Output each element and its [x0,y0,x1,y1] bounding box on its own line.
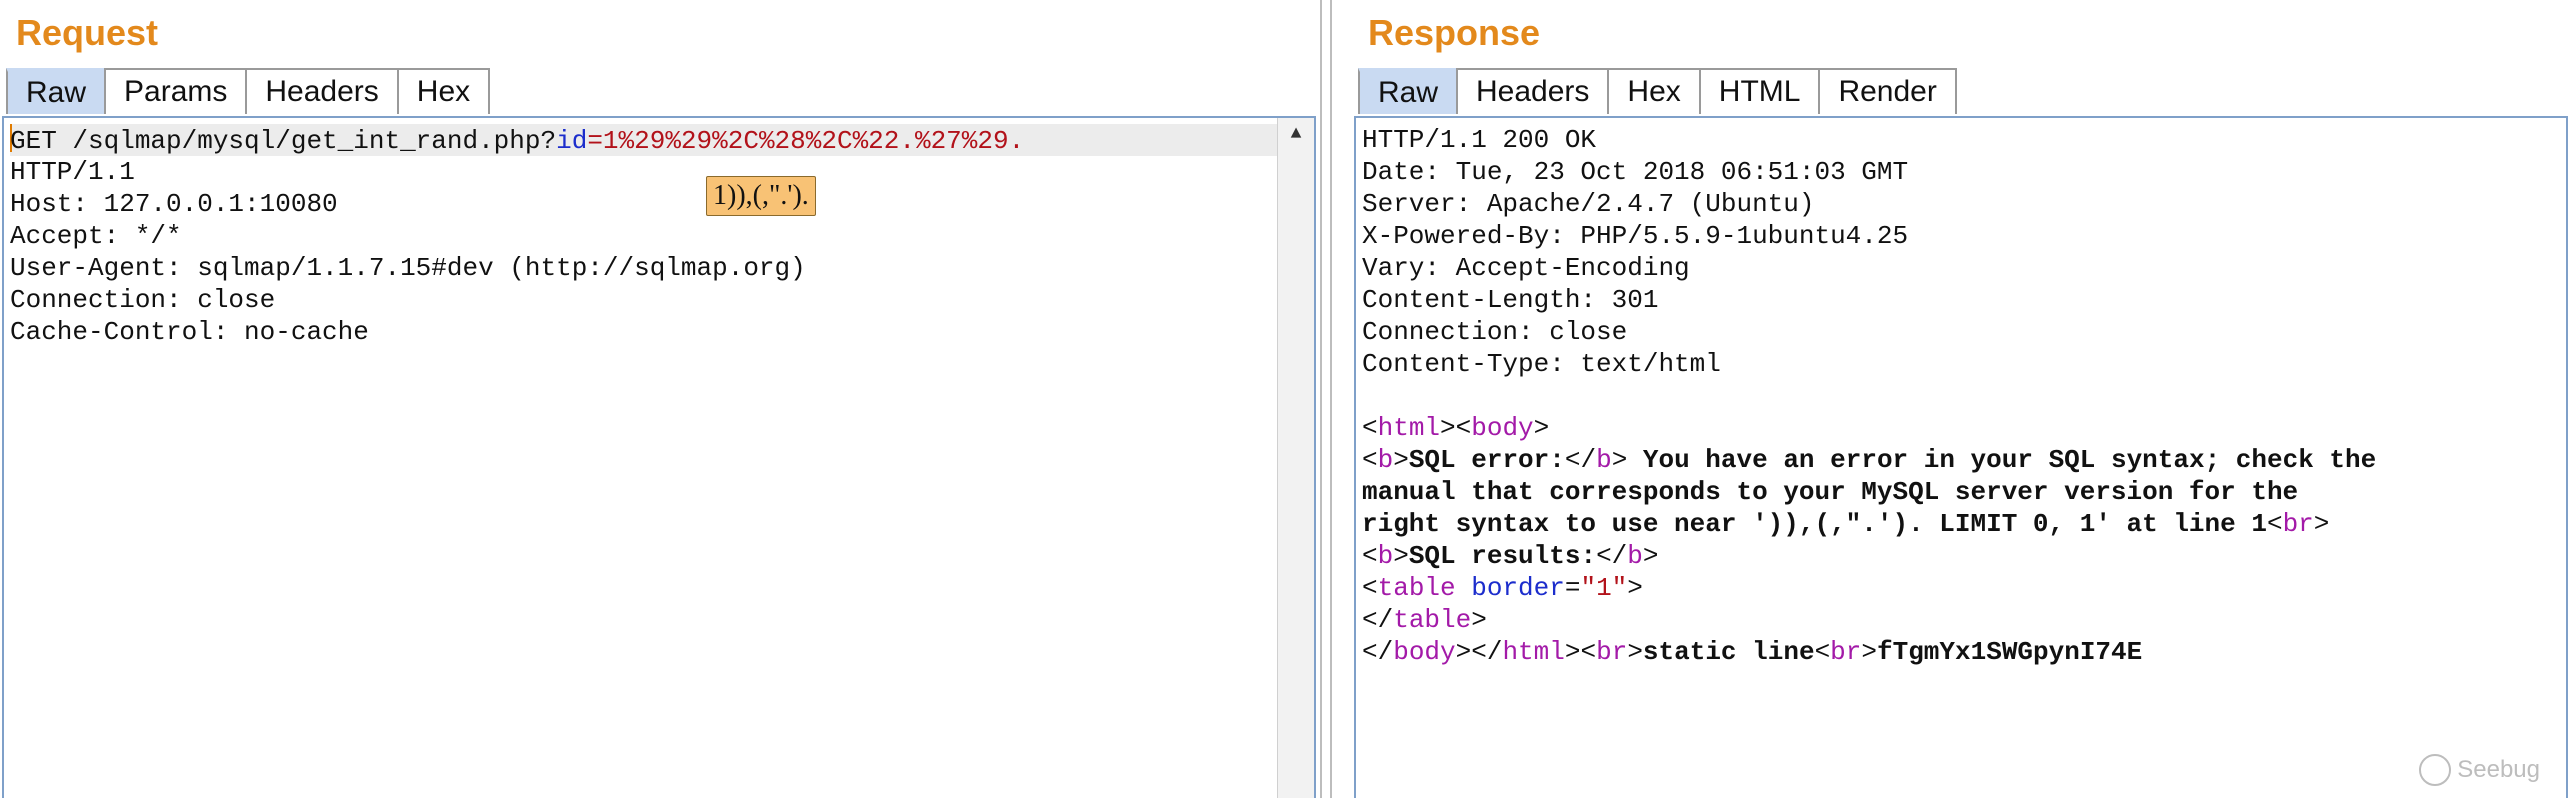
request-scrollbar[interactable]: ▲ [1277,118,1314,798]
body-tag: body [1471,413,1534,443]
random-token: fTgmYx1SWGpynI74E [1877,637,2143,667]
request-header-line: HTTP/1.1 [10,157,135,187]
tab-hex[interactable]: Hex [1607,68,1699,114]
request-header-line: User-Agent: sqlmap/1.1.7.15#dev (http://… [10,253,806,283]
body-line: <b>SQL results:</b> [1362,541,1659,571]
response-header-line: Content-Type: text/html [1362,349,1721,379]
table-tag: table [1377,573,1456,603]
scroll-up-arrow-icon[interactable]: ▲ [1278,118,1314,150]
response-tabs: Raw Headers Hex HTML Render [1358,68,1957,116]
sql-results-label: SQL results: [1408,541,1597,571]
br-tag: br [2282,509,2314,539]
error-text: right syntax to use near ')),(,".'). LIM… [1362,509,2267,539]
sql-error-label: SQL error: [1408,445,1565,475]
tab-html[interactable]: HTML [1698,68,1819,114]
response-header-line: HTTP/1.1 200 OK [1362,125,1597,155]
b-tag: b [1627,541,1643,571]
html-tag: html [1377,413,1441,443]
param-equals: = [587,126,603,156]
error-text: You have an error in your SQL syntax; ch… [1627,445,2377,475]
request-header-line: Connection: close [10,285,276,315]
response-header-line: Vary: Accept-Encoding [1362,253,1690,283]
static-line-text: static line [1642,637,1815,667]
tab-raw[interactable]: Raw [1358,68,1457,114]
border-attr: border [1471,573,1565,603]
tab-headers[interactable]: Headers [1456,68,1608,114]
response-header-line: Content-Length: 301 [1362,285,1659,315]
request-title: Request [16,12,159,53]
br-tag: br [1596,637,1628,667]
body-line: </table> [1362,605,1487,635]
seebug-logo-icon [2419,754,2452,786]
body-line: <table border="1"> [1362,573,1643,603]
request-header-line: Host: 127.0.0.1:10080 [10,189,338,219]
response-header-line: Connection: close [1362,317,1628,347]
error-text: manual that corresponds to your MySQL se… [1362,477,2299,507]
html-tag: html [1502,637,1565,667]
tab-hex[interactable]: Hex [396,68,491,114]
response-viewer[interactable]: HTTP/1.1 200 OK Date: Tue, 23 Oct 2018 0… [1354,116,2568,798]
b-tag: b [1377,541,1394,571]
response-header-line: X-Powered-By: PHP/5.5.9-1ubuntu4.25 [1362,221,1909,251]
request-line[interactable]: GET /sqlmap/mysql/get_int_rand.php?id=1%… [10,124,1278,156]
tab-params[interactable]: Params [104,68,246,114]
request-editor[interactable]: GET /sqlmap/mysql/get_int_rand.php?id=1%… [2,116,1316,798]
response-title: Response [1368,12,1541,53]
param-value: 1%29%29%2C%28%2C%22.%27%29. [602,126,1025,156]
request-header-line: Accept: */* [10,221,182,251]
response-pane: Response Raw Headers Hex HTML Render HTT… [1352,0,2568,798]
table-tag: table [1393,605,1472,635]
pane-splitter[interactable] [1320,0,1354,798]
border-attr-value: "1" [1580,573,1628,603]
body-line: </body></html><br>static line<br>fTgmYx1… [1362,637,2143,667]
body-line: <html><body> [1362,413,1550,443]
tab-headers[interactable]: Headers [245,68,397,114]
request-header-line: Cache-Control: no-cache [10,317,369,347]
br-tag: br [1830,637,1862,667]
request-line-prefix: GET /sqlmap/mysql/get_int_rand.php? [10,126,557,156]
response-header-line: Server: Apache/2.4.7 (Ubuntu) [1362,189,1815,219]
body-line: <b>SQL error:</b> You have an error in y… [1362,445,2377,475]
watermark: Seebug [2419,754,2540,786]
tab-render[interactable]: Render [1818,68,1957,114]
watermark-text: Seebug [2457,756,2540,783]
response-header-line: Date: Tue, 23 Oct 2018 06:51:03 GMT [1362,157,1909,187]
request-tabs: Raw Params Headers Hex [6,68,491,116]
b-tag: b [1596,445,1612,475]
tab-raw[interactable]: Raw [6,68,105,114]
body-line: right syntax to use near ')),(,".'). LIM… [1362,509,2330,539]
b-tag: b [1377,445,1394,475]
param-name: id [556,126,588,156]
request-pane: Request Raw Params Headers Hex GET /sqlm… [0,0,1320,798]
decoded-value-tooltip: 1)),(,".'). [706,176,816,216]
body-tag: body [1393,637,1456,667]
